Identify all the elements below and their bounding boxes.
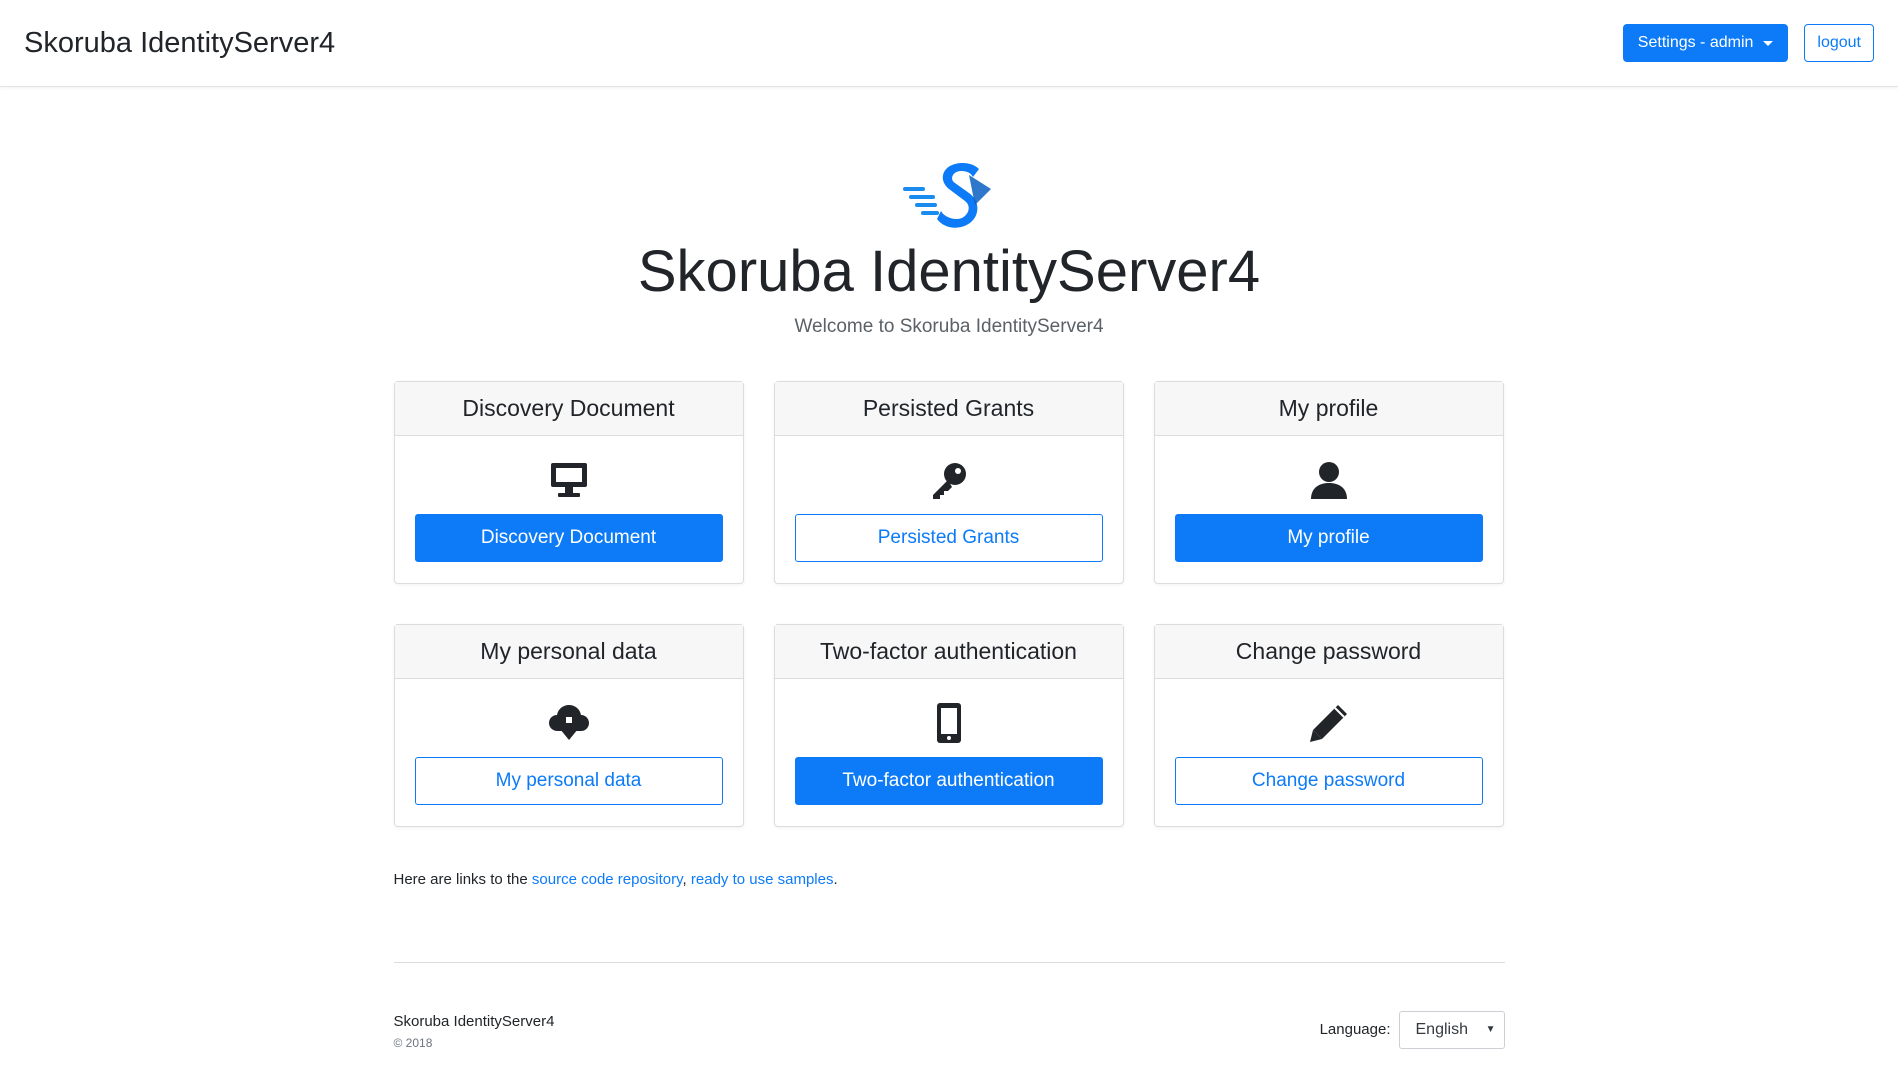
skoruba-logo-icon [903, 163, 991, 228]
footer-divider [393, 961, 1505, 963]
navbar-actions: Settings - admin logout [1622, 24, 1874, 62]
card-header: Discovery Document [394, 381, 743, 436]
caret-down-icon [1763, 40, 1774, 46]
card-header: My personal data [394, 624, 743, 679]
cloud-download-icon [547, 701, 591, 745]
key-icon [927, 458, 971, 502]
page-subtitle: Welcome to Skoruba IdentityServer4 [794, 315, 1104, 337]
card-body: Two-factor authentication [775, 679, 1123, 805]
language-select[interactable]: English ▼ [1398, 1010, 1505, 1049]
card-my-profile: My profile My profile [1153, 380, 1504, 584]
source-code-link[interactable]: source code repository [532, 871, 683, 888]
footer-info: Skoruba IdentityServer4 © 2018 [394, 1013, 555, 1050]
pencil-icon [1307, 701, 1351, 745]
settings-dropdown-button[interactable]: Settings - admin [1622, 24, 1789, 62]
main-content: Discovery Document Discovery Document Pe… [393, 380, 1505, 1050]
card-header: My profile [1154, 381, 1503, 436]
card-grid: Discovery Document Discovery Document Pe… [393, 380, 1505, 827]
card-header: Persisted Grants [774, 381, 1123, 436]
my-profile-button[interactable]: My profile [1174, 513, 1483, 562]
footer: Skoruba IdentityServer4 © 2018 Language:… [394, 1010, 1505, 1050]
card-body: My personal data [395, 679, 743, 805]
card-persisted-grants: Persisted Grants Persisted Grants [773, 380, 1124, 584]
card-header: Two-factor authentication [774, 624, 1123, 679]
card-body: My profile [1155, 436, 1503, 562]
card-two-factor-authentication: Two-factor authentication Two-factor aut… [773, 623, 1124, 827]
caret-down-icon: ▼ [1485, 1024, 1496, 1036]
card-discovery-document: Discovery Document Discovery Document [393, 380, 744, 584]
user-icon [1307, 458, 1351, 502]
card-my-personal-data: My personal data My personal data [393, 623, 744, 827]
settings-label: Settings - admin [1637, 34, 1754, 51]
language-value: English [1415, 1020, 1468, 1038]
samples-link[interactable]: ready to use samples [691, 871, 834, 888]
page-title: Skoruba IdentityServer4 [637, 239, 1261, 304]
card-body: Persisted Grants [775, 436, 1123, 562]
footer-copyright: © 2018 [393, 1035, 433, 1050]
monitor-icon [547, 458, 591, 502]
card-change-password: Change password Change password [1153, 623, 1504, 827]
footer-brand: Skoruba IdentityServer4 [393, 1012, 555, 1030]
two-factor-authentication-button[interactable]: Two-factor authentication [794, 756, 1103, 805]
language-label: Language: [1319, 1021, 1391, 1039]
discovery-document-button[interactable]: Discovery Document [414, 513, 723, 562]
resource-links: Here are links to the source code reposi… [394, 871, 1505, 888]
card-header: Change password [1154, 624, 1503, 679]
card-body: Discovery Document [395, 436, 743, 562]
card-body: Change password [1155, 679, 1503, 805]
links-suffix: . [833, 870, 838, 888]
persisted-grants-button[interactable]: Persisted Grants [794, 513, 1103, 562]
logout-button[interactable]: logout [1804, 24, 1874, 62]
mobile-phone-icon [927, 701, 971, 745]
change-password-button[interactable]: Change password [1174, 756, 1483, 805]
navbar-brand[interactable]: Skoruba IdentityServer4 [24, 27, 335, 60]
links-prefix: Here are links to the [393, 870, 528, 888]
my-personal-data-button[interactable]: My personal data [414, 756, 723, 805]
language-selector: Language: English ▼ [1319, 1010, 1505, 1049]
navbar: Skoruba IdentityServer4 Settings - admin… [0, 0, 1898, 87]
hero: Skoruba IdentityServer4 Welcome to Skoru… [0, 87, 1898, 338]
links-comma: , [682, 870, 687, 888]
